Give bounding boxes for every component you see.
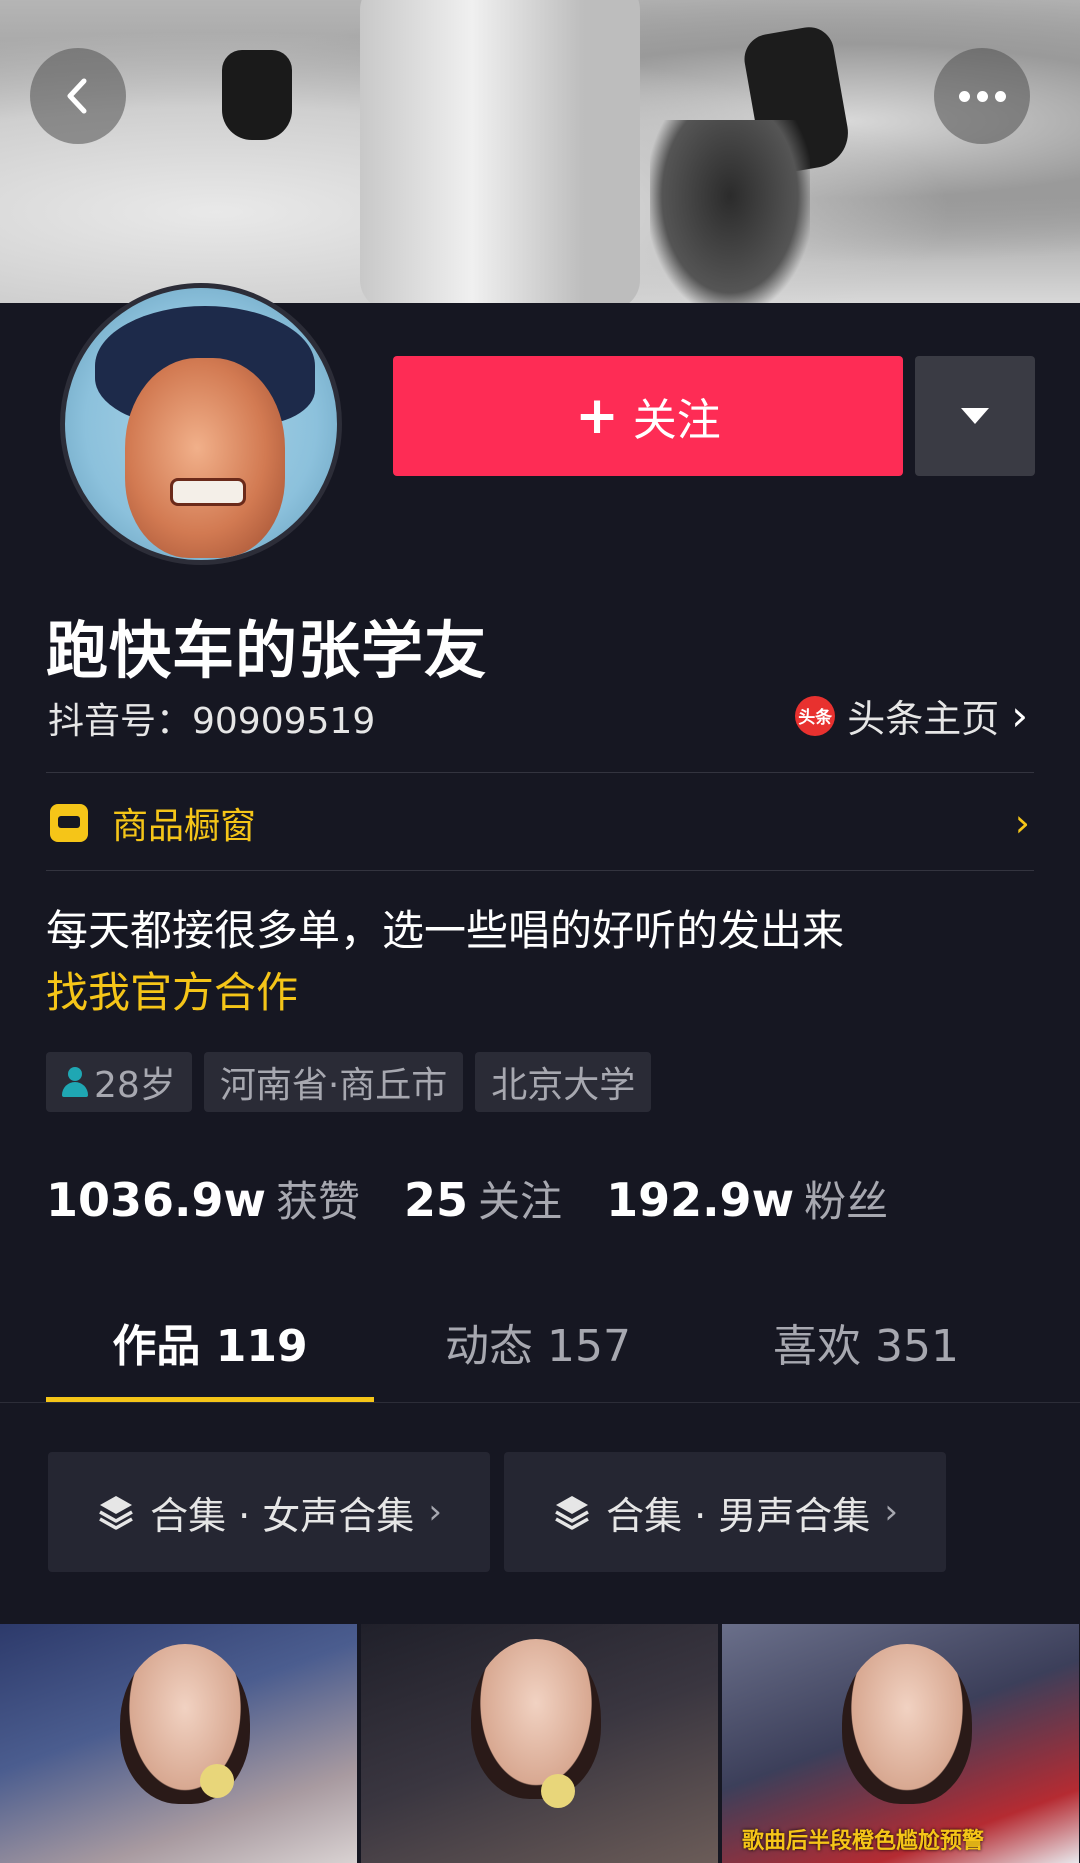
thumbnail-person	[471, 1639, 601, 1799]
official-cooperation-link[interactable]: 找我官方合作	[46, 962, 844, 1024]
chevron-right-icon: ›	[428, 1492, 442, 1532]
shop-window-label: 商品橱窗	[112, 806, 257, 847]
follow-button-label: 关注	[632, 395, 721, 446]
school-tag: 北京大学	[475, 1052, 652, 1112]
cover-rock	[650, 120, 810, 303]
back-button[interactable]	[30, 48, 126, 144]
fans-stat[interactable]: 192.9w 粉丝	[606, 1168, 888, 1229]
collections-row: 合集 · 女声合集 › 合集 · 男声合集 ›	[48, 1452, 946, 1572]
shop-window-row[interactable]: 商品橱窗 ›	[50, 796, 1030, 850]
video-thumbnail[interactable]: 歌曲后半段橙色尴尬预警	[722, 1624, 1079, 1863]
douyin-id: 抖音号：90909519	[48, 701, 376, 742]
toutiao-logo-icon: 头条	[795, 695, 836, 736]
content-tabs: 作品 119 动态 157 喜欢 351	[46, 1310, 1034, 1402]
location-tag: 河南省·商丘市	[203, 1052, 464, 1112]
more-button[interactable]	[934, 48, 1030, 144]
fans-count: 192.9w	[606, 1173, 795, 1227]
collection-label: 合集 · 男声合集	[606, 1493, 871, 1538]
collection-label: 合集 · 女声合集	[150, 1493, 415, 1538]
cover-figure	[360, 0, 640, 303]
video-caption: 歌曲后半段橙色尴尬预警	[742, 1829, 985, 1854]
thumbnail-person	[842, 1644, 972, 1804]
age-tag: 28岁	[46, 1052, 192, 1112]
bio: 每天都接很多单，选一些唱的好听的发出来 找我官方合作	[46, 900, 844, 1024]
avatar-teeth	[170, 478, 246, 506]
toutiao-homepage-link[interactable]: 头条 头条主页 ›	[795, 688, 1028, 743]
chevron-left-icon	[67, 78, 87, 114]
following-label: 关注	[478, 1177, 563, 1226]
video-thumbnail[interactable]	[0, 1624, 357, 1863]
tab-moments[interactable]: 动态 157	[374, 1310, 702, 1402]
follow-button[interactable]: + 关注	[393, 356, 903, 476]
collection-male-vocals[interactable]: 合集 · 男声合集 ›	[504, 1452, 946, 1572]
toutiao-label: 头条主页	[847, 697, 1000, 741]
divider	[46, 870, 1034, 871]
divider	[0, 1402, 1080, 1403]
likes-label: 获赞	[276, 1177, 361, 1226]
plus-icon: +	[575, 386, 619, 446]
avatar[interactable]	[60, 283, 342, 565]
profile-tags: 28岁 河南省·商丘市 北京大学	[46, 1052, 652, 1112]
profile-name: 跑快车的张学友	[46, 614, 488, 687]
tab-works[interactable]: 作品 119	[46, 1310, 374, 1402]
chevron-right-icon: ›	[1014, 801, 1030, 845]
layers-icon	[99, 1496, 133, 1530]
age-text: 28岁	[94, 1065, 176, 1106]
video-grid: 歌曲后半段橙色尴尬预警	[0, 1624, 1080, 1863]
microphone-icon	[541, 1774, 575, 1808]
profile-cover-image	[0, 0, 1080, 303]
layers-icon	[555, 1496, 589, 1530]
likes-stat: 1036.9w 获赞	[46, 1168, 360, 1229]
collection-female-vocals[interactable]: 合集 · 女声合集 ›	[48, 1452, 490, 1572]
caret-down-icon	[961, 408, 989, 424]
bio-text: 每天都接很多单，选一些唱的好听的发出来	[46, 906, 845, 955]
following-count: 25	[404, 1173, 469, 1227]
avatar-face	[125, 358, 285, 558]
person-icon	[62, 1067, 88, 1097]
more-dots-icon	[958, 90, 1006, 102]
profile-stats: 1036.9w 获赞 25 关注 192.9w 粉丝	[46, 1168, 932, 1229]
likes-count: 1036.9w	[46, 1173, 267, 1227]
tab-likes[interactable]: 喜欢 351	[702, 1310, 1030, 1402]
recommend-dropdown-button[interactable]	[915, 356, 1035, 476]
divider	[46, 772, 1034, 773]
video-thumbnail[interactable]	[361, 1624, 718, 1863]
chevron-right-icon: ›	[1011, 691, 1028, 740]
cover-glove-left	[222, 50, 292, 140]
fans-label: 粉丝	[804, 1177, 889, 1226]
following-stat[interactable]: 25 关注	[404, 1168, 562, 1229]
shop-icon	[50, 804, 88, 842]
microphone-icon	[200, 1764, 234, 1798]
chevron-right-icon: ›	[884, 1492, 898, 1532]
